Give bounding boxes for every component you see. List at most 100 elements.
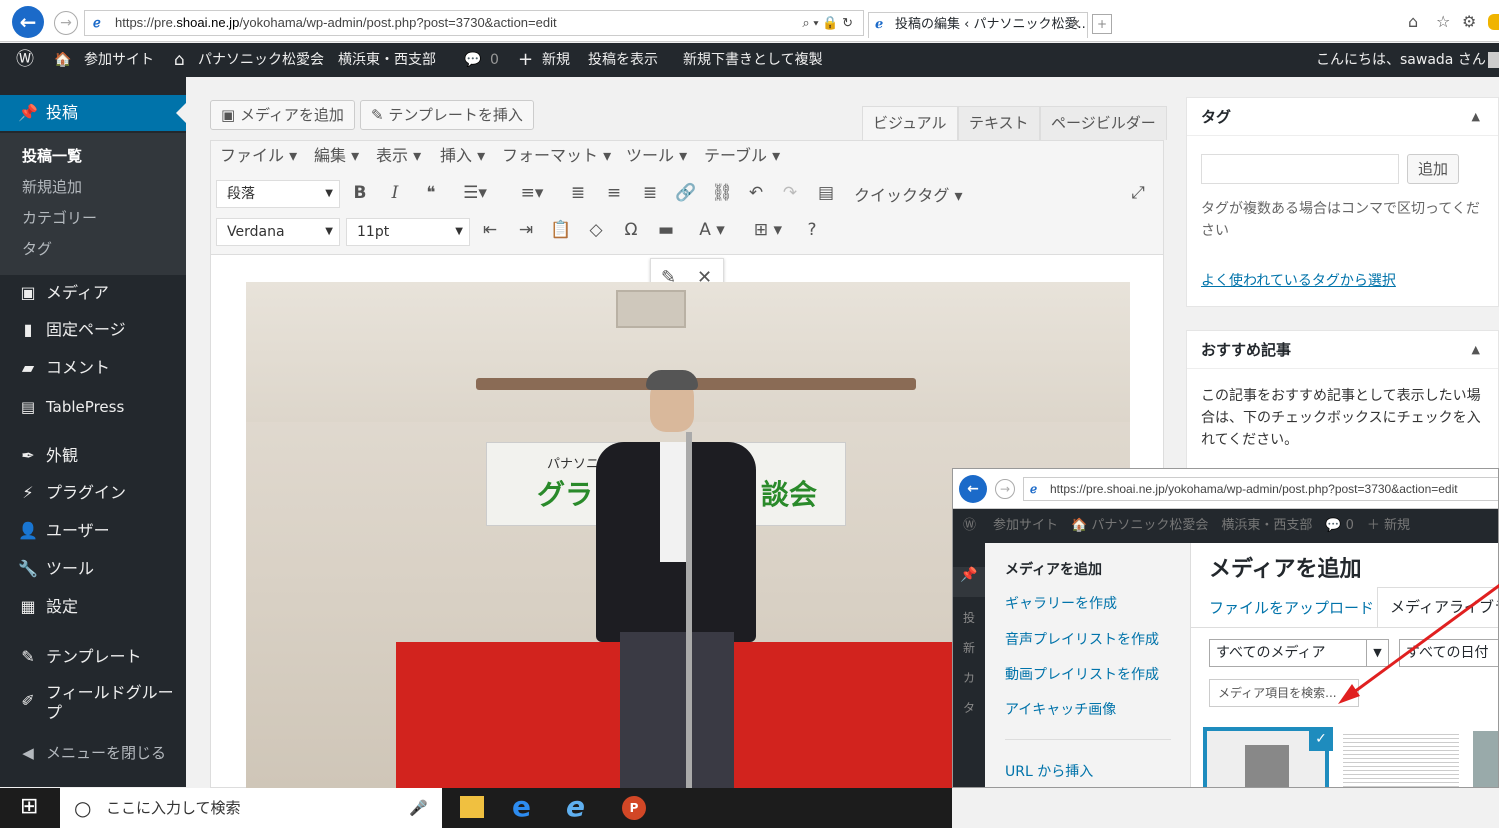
- file-explorer-icon[interactable]: [460, 796, 484, 818]
- favorites-star-icon[interactable]: ☆: [1436, 12, 1450, 31]
- numbered-list-button[interactable]: ≡▾: [512, 183, 552, 203]
- help-icon[interactable]: ?: [800, 220, 824, 240]
- bold-button[interactable]: B: [348, 183, 372, 203]
- media-item-thumb[interactable]: [1473, 731, 1498, 787]
- menu-audio-playlist[interactable]: 音声プレイリストを作成: [1005, 629, 1159, 649]
- sidebar-item-templates[interactable]: ✎ テンプレート: [0, 639, 186, 675]
- text-color-button[interactable]: A ▾: [690, 220, 734, 240]
- quick-tags-menu[interactable]: クイックタグ ▾: [854, 182, 962, 206]
- blockquote-button[interactable]: ❝: [419, 183, 443, 203]
- media-item-selected[interactable]: ✓: [1203, 727, 1333, 787]
- menu-tools[interactable]: ツール ▾: [626, 142, 687, 166]
- address-bar[interactable]: ℯ https://pre.shoai.ne.jp/yokohama/wp-ad…: [84, 10, 864, 36]
- horizontal-rule-icon[interactable]: ▬: [654, 220, 678, 240]
- indent-icon[interactable]: ⇥: [514, 220, 538, 240]
- sidebar-item-comments[interactable]: ▰ コメント: [0, 350, 186, 386]
- view-post-link[interactable]: 投稿を表示: [588, 43, 658, 77]
- tab-close-icon[interactable]: ×: [1070, 13, 1081, 37]
- internet-explorer-icon[interactable]: e: [566, 790, 585, 823]
- back-arrow-icon[interactable]: ←: [959, 475, 987, 503]
- comment-icon[interactable]: 💬: [464, 43, 481, 77]
- insert-template-button[interactable]: ✎ テンプレートを挿入: [360, 100, 534, 130]
- duplicate-draft-link[interactable]: 新規下書きとして複製: [683, 43, 823, 77]
- sidebar-sub-all-posts[interactable]: 投稿一覧: [0, 141, 186, 171]
- sidebar-item-media[interactable]: ▣ メディア: [0, 275, 186, 311]
- sidebar-item-plugins[interactable]: ⚡ プラグイン: [0, 475, 186, 511]
- wordpress-logo-icon[interactable]: Ⓦ: [16, 43, 34, 77]
- site-name-link[interactable]: パナソニック松愛会 横浜東・西支部: [198, 43, 436, 77]
- forward-arrow-icon[interactable]: →: [995, 479, 1015, 499]
- tag-input[interactable]: [1201, 154, 1399, 184]
- sidebar-item-users[interactable]: 👤 ユーザー: [0, 513, 186, 549]
- taskbar-search-input[interactable]: ○ ここに入力して検索 🎤: [60, 788, 442, 828]
- italic-button[interactable]: I: [383, 183, 407, 203]
- smiley-icon[interactable]: [1488, 14, 1499, 30]
- new-content-link[interactable]: 新規: [542, 43, 570, 77]
- align-right-button[interactable]: ≣: [638, 183, 662, 203]
- outdent-icon[interactable]: ⇤: [478, 220, 502, 240]
- sidebar-sub-categories[interactable]: カテゴリー: [0, 203, 186, 233]
- paste-word-icon[interactable]: 📋: [549, 220, 573, 240]
- redo-icon[interactable]: ↷: [778, 183, 802, 203]
- add-tag-button[interactable]: 追加: [1407, 154, 1460, 184]
- settings-gear-icon[interactable]: ⚙: [1462, 12, 1476, 31]
- undo-icon[interactable]: ↶: [744, 183, 768, 203]
- powerpoint-icon[interactable]: P: [622, 796, 646, 820]
- eraser-icon[interactable]: ◇: [584, 220, 608, 240]
- menu-create-gallery[interactable]: ギャラリーを作成: [1005, 593, 1117, 613]
- add-media-button[interactable]: ▣ メディアを追加: [210, 100, 355, 130]
- menu-view[interactable]: 表示 ▾: [376, 142, 421, 166]
- format-select[interactable]: 段落 ▼: [216, 180, 340, 208]
- menu-edit[interactable]: 編集 ▾: [314, 142, 359, 166]
- my-sites-link[interactable]: 参加サイト: [84, 43, 154, 77]
- back-arrow-icon[interactable]: ←: [12, 6, 44, 38]
- paste-text-icon[interactable]: ▤: [814, 183, 838, 203]
- font-family-select[interactable]: Verdana ▼: [216, 218, 340, 246]
- menu-add-media[interactable]: メディアを追加: [1005, 559, 1102, 579]
- collapse-menu-button[interactable]: ◀ メニューを閉じる: [0, 735, 186, 771]
- new-tab-icon[interactable]: +: [1092, 14, 1112, 34]
- sidebar-item-settings[interactable]: ▦ 設定: [0, 589, 186, 625]
- popular-tags-link[interactable]: よく使われているタグから選択: [1201, 270, 1396, 290]
- tab-text[interactable]: テキスト: [958, 106, 1040, 140]
- menu-insert[interactable]: 挿入 ▾: [440, 142, 485, 166]
- link-icon[interactable]: 🔗: [674, 183, 698, 203]
- collapse-arrow-icon[interactable]: ▲: [1472, 343, 1480, 356]
- menu-video-playlist[interactable]: 動画プレイリストを作成: [1005, 664, 1159, 684]
- sidebar-item-posts[interactable]: 📌 投稿: [0, 95, 186, 131]
- menu-file[interactable]: ファイル ▾: [220, 142, 297, 166]
- bullet-list-button[interactable]: ☰▾: [455, 183, 495, 203]
- tab-visual[interactable]: ビジュアル: [862, 106, 958, 140]
- overlay-address-bar[interactable]: ℯ https://pre.shoai.ne.jp/yokohama/wp-adm…: [1023, 477, 1498, 501]
- font-size-select[interactable]: 11pt ▼: [346, 218, 470, 246]
- sidebar-sub-add-new[interactable]: 新規追加: [0, 172, 186, 202]
- fullscreen-icon[interactable]: ⤢: [1126, 183, 1150, 203]
- align-center-button[interactable]: ≡: [602, 183, 626, 203]
- table-button[interactable]: ⊞ ▾: [746, 220, 790, 240]
- home-icon[interactable]: ⌂: [1408, 12, 1418, 31]
- menu-insert-from-url[interactable]: URL から挿入: [1005, 761, 1093, 781]
- forward-arrow-icon[interactable]: →: [54, 11, 78, 35]
- microphone-icon[interactable]: 🎤: [409, 788, 428, 828]
- menu-table[interactable]: テーブル ▾: [704, 142, 780, 166]
- address-bar-controls[interactable]: ⌕ ▾ 🔒 ↻: [802, 11, 853, 35]
- edge-icon[interactable]: e: [512, 790, 531, 823]
- sidebar-item-tablepress[interactable]: ▤ TablePress: [0, 389, 186, 425]
- sidebar-item-pages[interactable]: ▮ 固定ページ: [0, 312, 186, 348]
- menu-format[interactable]: フォーマット ▾: [502, 142, 611, 166]
- avatar[interactable]: [1488, 52, 1499, 68]
- sidebar-sub-tags[interactable]: タグ: [0, 234, 186, 264]
- omega-icon[interactable]: Ω: [619, 220, 643, 240]
- sidebar-item-appearance[interactable]: ✒ 外観: [0, 438, 186, 474]
- windows-start-icon[interactable]: ⊞: [20, 794, 38, 819]
- tab-page-builder[interactable]: ページビルダー: [1040, 106, 1167, 140]
- unlink-icon[interactable]: ⛓: [710, 183, 734, 203]
- greeting-account[interactable]: こんにちは、sawada さん: [1316, 43, 1486, 77]
- media-item-thumb[interactable]: [1343, 731, 1459, 787]
- browser-tab[interactable]: ℯ 投稿の編集 ‹ パナソニック松愛... ×: [868, 12, 1088, 38]
- sidebar-item-field-groups[interactable]: ✐ フィールドグループ: [0, 683, 186, 727]
- sidebar-item-tools[interactable]: 🔧 ツール: [0, 551, 186, 587]
- collapse-arrow-icon[interactable]: ▲: [1472, 110, 1480, 123]
- check-icon[interactable]: ✓: [1309, 727, 1333, 751]
- menu-featured-image[interactable]: アイキャッチ画像: [1005, 699, 1116, 719]
